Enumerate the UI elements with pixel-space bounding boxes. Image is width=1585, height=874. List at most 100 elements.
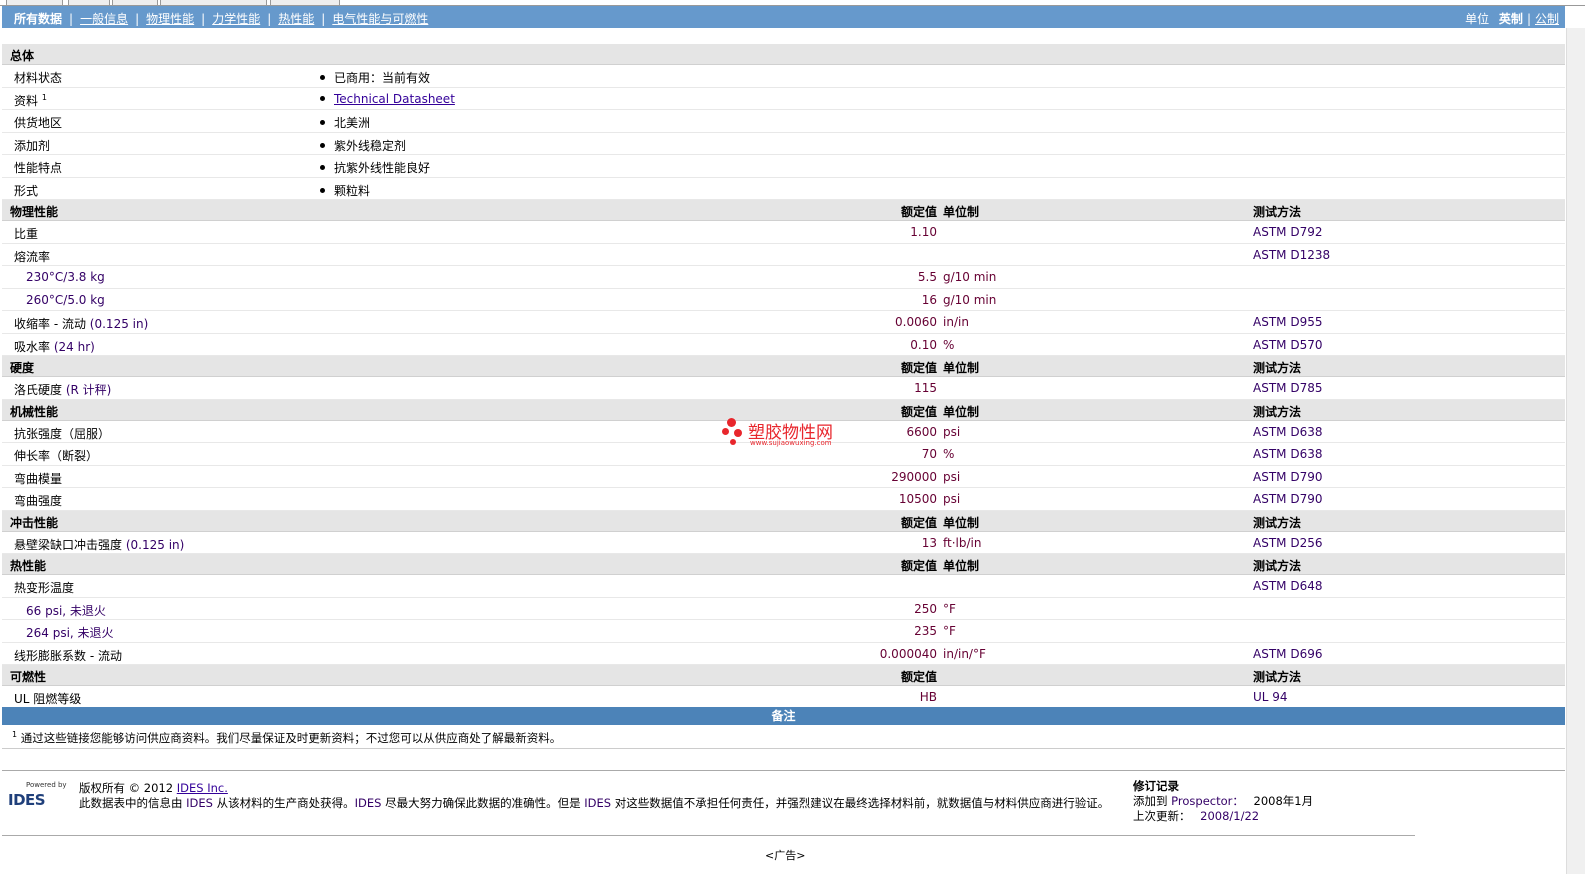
test-method: ASTM D1238 [1253,247,1331,262]
test-method: ASTM D792 [1253,225,1323,239]
divider [2,835,1415,836]
datasheet-link[interactable]: Technical Datasheet [334,92,455,106]
property-row: 悬壁梁缺口冲击强度 (0.125 in) 13 ft·lb/in ASTM D256 [2,532,1565,554]
col-nominal-header: 额定值 [900,205,937,219]
property-value: 北美洲 [320,114,370,131]
property-value: Technical Datasheet [320,92,455,106]
nav-mechanical[interactable]: 力学性能 [212,12,260,26]
col-unit-header: 单位制 [943,515,980,530]
general-row: 性能特点 抗紫外线性能良好 [2,155,1565,178]
label-text: 66 psi, 未退火 [26,603,106,618]
nav-all-data[interactable]: 所有数据 [14,12,62,26]
section-title: 机械性能 [10,404,59,419]
col-test-header: 测试方法 [1253,515,1302,530]
unit-value: psi [943,424,961,439]
property-label: 资料 1 [14,92,47,109]
property-value: 颗粒料 [320,182,370,199]
section-nav-bar: 所有数据 | 一般信息 | 物理性能 | 力学性能 | 热性能 | 电气性能与可燃性 单位 英制 | 公… [2,6,1565,28]
section-title: 硬度 [10,361,35,375]
property-label: 吸水率 (24 hr) [14,338,95,355]
label-text: 添加剂 [14,138,51,153]
unit-value: in/in/°F [943,646,986,661]
general-row: 添加剂 紫外线稳定剂 [2,133,1565,155]
label-text: 供货地区 [14,116,63,130]
nominal-value: 290000 [891,469,937,484]
copyright: 版权所有 © 2012 IDES Inc. [79,781,228,795]
nav-electrical-flammability[interactable]: 电气性能与可燃性 [332,12,428,26]
vertical-scrollbar[interactable] [1566,28,1585,874]
test-method: ASTM D256 [1253,535,1323,550]
condition-text: (R 计秤) [65,383,112,397]
value-text: 紫外线稳定剂 [334,138,407,153]
nav-thermal[interactable]: 热性能 [278,12,314,26]
section-header-impact: 冲击性能 额定值 单位制 测试方法 [2,510,1565,532]
unit-value: g/10 min [943,270,997,284]
unit-value: ft·lb/in [943,535,982,550]
bullet-icon [320,187,325,193]
col-nominal-header: 额定值 [900,515,937,530]
ad-placeholder[interactable]: <广告> [765,847,805,863]
nav-general-info[interactable]: 一般信息 [80,12,128,26]
test-method: ASTM D696 [1253,646,1323,661]
col-unit-header: 单位制 [943,559,980,573]
label-text: 性能特点 [14,161,63,175]
divider [2,748,1565,749]
property-row: 弯曲强度 10500 psi ASTM D790 [2,488,1565,511]
nominal-value: 1.10 [910,225,937,239]
label-text: 熔流率 [14,249,51,264]
col-test-header: 测试方法 [1253,361,1302,375]
section-header-flammability: 可燃性 额定值 测试方法 [2,665,1565,686]
nominal-value: 235 [914,624,937,638]
property-label: 供货地区 [14,114,62,131]
general-row: 供货地区 北美洲 [2,110,1565,133]
test-method: ASTM D638 [1253,447,1323,461]
watermark: 塑胶物性网 www.sujiaowuxing.com [722,416,852,450]
ides-company-link[interactable]: IDES Inc. [177,781,228,795]
nominal-value: 6600 [906,424,937,439]
property-row: 264 psi, 未退火 235 °F [2,620,1565,643]
property-row: UL 阻燃等级 HB UL 94 [2,686,1565,709]
col-test-header: 测试方法 [1253,559,1302,573]
col-test-header: 测试方法 [1253,205,1302,219]
test-method: ASTM D648 [1253,579,1323,593]
property-label: 66 psi, 未退火 [26,602,106,619]
col-unit-header: 单位制 [943,404,980,419]
nominal-value: 70 [921,447,937,461]
nominal-value: 0.000040 [879,646,937,661]
label-text: UL 阻燃等级 [14,692,82,706]
property-row: 收缩率 - 流动 (0.125 in) 0.0060 in/in ASTM D955 [2,311,1565,334]
unit-value: g/10 min [943,292,997,307]
unit-metric-link[interactable]: 公制 [1535,12,1559,26]
label-text: 悬壁梁缺口冲击强度 [14,537,123,552]
property-row: 洛氏硬度 (R 计秤) 115 ASTM D785 [2,377,1565,400]
test-method: UL 94 [1253,690,1288,704]
property-row: 66 psi, 未退火 250 °F [2,598,1565,620]
test-method: ASTM D570 [1253,337,1323,352]
unit-value: in/in [943,315,969,329]
property-value: 紫外线稳定剂 [320,137,406,154]
property-row: 弯曲模量 290000 psi ASTM D790 [2,466,1565,488]
label-text: 弯曲模量 [14,471,63,486]
test-method: ASTM D785 [1253,381,1323,395]
general-row: 资料 1 Technical Datasheet [2,88,1565,110]
nominal-value: 16 [921,292,937,307]
section-header-hardness: 硬度 额定值 单位制 测试方法 [2,356,1565,377]
property-row: 比重 1.10 ASTM D792 [2,221,1565,244]
unit-value: psi [943,469,961,484]
property-row: 230°C/3.8 kg 5.5 g/10 min [2,266,1565,289]
property-label: 悬壁梁缺口冲击强度 (0.125 in) [14,536,184,553]
col-test-header: 测试方法 [1253,404,1302,419]
property-label: 230°C/3.8 kg [26,270,105,284]
nominal-value: 250 [914,601,937,616]
property-label: 弯曲强度 [14,492,62,509]
datasheet-table: 总体 材料状态 已商用：当前有效 资料 1 Technical Datasheet 供货地… [2,44,1565,709]
section-header-thermal: 热性能 额定值 单位制 测试方法 [2,554,1565,575]
nav-physical[interactable]: 物理性能 [146,12,194,26]
property-row: 热变形温度 ASTM D648 [2,575,1565,598]
condition-text: (0.125 in) [89,317,149,331]
revision-history: 修订记录 添加到 Prospector： 2008年1月 上次更新： 2008/… [1133,779,1314,823]
property-value: 已商用：当前有效 [320,69,430,86]
property-label: 比重 [14,225,38,242]
property-label: UL 阻燃等级 [14,690,81,707]
condition-text: (24 hr) [53,339,95,354]
